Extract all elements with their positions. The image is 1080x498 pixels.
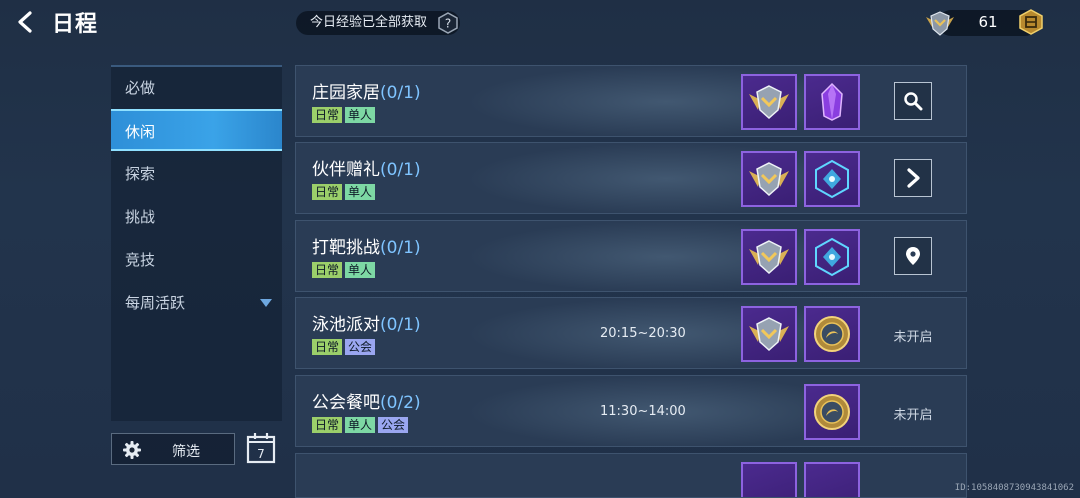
event-row[interactable]: 公会餐吧(0/2) 日常 单人 公会 11:30~14:00 未开启 [295, 375, 967, 447]
sidebar-item-explore[interactable]: 探索 [111, 153, 282, 195]
reward-slot[interactable] [741, 74, 797, 130]
gold-token-icon [814, 394, 850, 430]
rank-badge-icon [749, 240, 789, 275]
filter-label: 筛选 [172, 444, 200, 460]
reward-slot[interactable] [741, 151, 797, 207]
reward-slot[interactable] [804, 384, 860, 440]
tag-solo: 单人 [345, 417, 376, 433]
event-progress: (0/2) [380, 393, 421, 413]
svg-text:?: ? [445, 17, 451, 31]
event-name: 公会餐吧 [312, 393, 380, 413]
tag-daily: 日常 [312, 417, 343, 433]
search-button[interactable] [894, 82, 932, 120]
sidebar-item-competitive[interactable]: 竞技 [111, 239, 282, 281]
reward-slot[interactable] [804, 151, 860, 207]
event-title: 公会餐吧(0/2) [312, 388, 421, 413]
sidebar-item-must-do[interactable]: 必做 [111, 67, 282, 109]
tag-solo: 单人 [345, 184, 376, 200]
top-bar: 日程 今日经验已全部获取 ? 61 [0, 0, 1080, 44]
event-title: 伙伴赠礼(0/1) [312, 155, 421, 180]
reward-slot[interactable] [741, 462, 797, 497]
status-not-open: 未开启 [893, 408, 933, 423]
tag-guild: 公会 [345, 339, 376, 355]
xp-notice: 今日经验已全部获取 [296, 11, 460, 35]
rank-badge-icon [924, 7, 956, 39]
tag-daily: 日常 [312, 107, 343, 123]
blue-gem-icon [815, 237, 849, 277]
event-progress: (0/1) [380, 238, 421, 258]
event-name: 庄园家居 [312, 83, 380, 103]
calendar-day: 7 [257, 447, 265, 461]
back-button[interactable] [12, 8, 40, 36]
go-button[interactable] [894, 159, 932, 197]
navigate-button[interactable] [894, 237, 932, 275]
event-title: 打靶挑战(0/1) [312, 233, 421, 258]
event-progress: (0/1) [380, 83, 421, 103]
back-arrow-icon [18, 11, 32, 33]
sidebar-item-challenge[interactable]: 挑战 [111, 196, 282, 238]
event-row[interactable]: 打靶挑战(0/1) 日常 单人 [295, 220, 967, 292]
event-row[interactable]: 庄园家居(0/1) 日常 单人 [295, 65, 967, 137]
event-tags: 日常 单人 [312, 262, 376, 278]
event-tags: 日常 单人 [312, 184, 376, 200]
coin-icon[interactable] [1018, 9, 1044, 35]
calendar-icon: 7 [246, 433, 276, 464]
event-title: 庄园家居(0/1) [312, 78, 421, 103]
tag-daily: 日常 [312, 184, 343, 200]
tag-solo: 单人 [345, 262, 376, 278]
event-name: 伙伴赠礼 [312, 160, 380, 180]
blue-gem-icon [815, 159, 849, 199]
help-icon[interactable]: ? [437, 12, 459, 34]
gold-token-icon [814, 316, 850, 352]
event-name: 打靶挑战 [312, 238, 380, 258]
status-not-open: 未开启 [893, 330, 933, 345]
reward-slot[interactable] [804, 74, 860, 130]
event-tags: 日常 单人 [312, 107, 376, 123]
rank-badge-icon [749, 85, 789, 120]
search-icon [904, 92, 923, 111]
caret-down-icon [260, 299, 272, 307]
tag-daily: 日常 [312, 262, 343, 278]
event-row[interactable]: 泳池派对(0/1) 日常 公会 20:15~20:30 未开启 [295, 297, 967, 369]
gear-icon [123, 441, 141, 459]
reward-slot[interactable] [741, 229, 797, 285]
event-title: 泳池派对(0/1) [312, 310, 421, 335]
reward-slot[interactable] [741, 306, 797, 362]
reward-slot[interactable] [804, 306, 860, 362]
event-row[interactable] [295, 453, 967, 498]
calendar-button[interactable]: 7 [246, 432, 276, 464]
arrow-right-icon [907, 168, 920, 188]
purple-crystal-icon [821, 82, 843, 121]
currency-value: 61 [978, 13, 998, 31]
event-time: 11:30~14:00 [600, 404, 686, 419]
page-title: 日程 [52, 12, 99, 37]
event-tags: 日常 单人 公会 [312, 417, 409, 433]
event-progress: (0/1) [380, 315, 421, 335]
sidebar-item-label: 每周活跃 [125, 294, 186, 312]
rank-badge-icon [749, 162, 789, 197]
reward-slot[interactable] [804, 229, 860, 285]
player-id: ID:1058408730943841062 [954, 483, 1074, 493]
filter-button[interactable]: 筛选 [111, 433, 235, 465]
location-pin-icon [906, 247, 920, 265]
category-sidebar: 必做 休闲 探索 挑战 竞技 每周活跃 [111, 65, 282, 421]
reward-slot[interactable] [804, 462, 860, 497]
event-time: 20:15~20:30 [600, 326, 686, 341]
event-name: 泳池派对 [312, 315, 380, 335]
sidebar-item-leisure[interactable]: 休闲 [111, 109, 282, 151]
rank-badge-icon [749, 317, 789, 352]
tag-guild: 公会 [378, 417, 409, 433]
event-progress: (0/1) [380, 160, 421, 180]
event-tags: 日常 公会 [312, 339, 376, 355]
tag-solo: 单人 [345, 107, 376, 123]
tag-daily: 日常 [312, 339, 343, 355]
event-row[interactable]: 伙伴赠礼(0/1) 日常 单人 [295, 142, 967, 214]
sidebar-item-weekly-active[interactable]: 每周活跃 [111, 282, 282, 324]
